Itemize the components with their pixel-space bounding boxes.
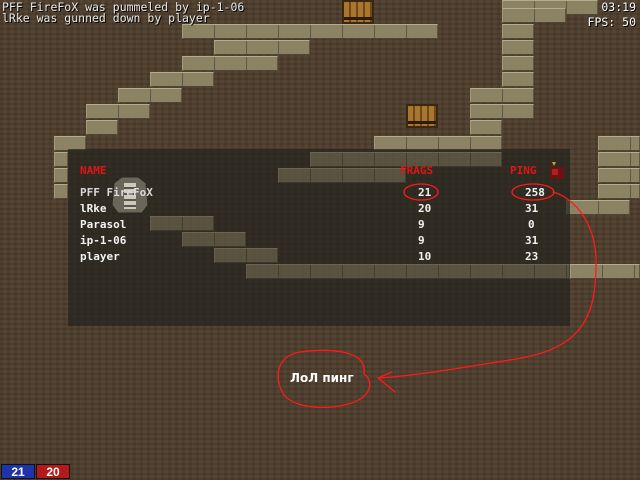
wall-brick xyxy=(86,120,118,135)
wall-brick xyxy=(54,152,68,167)
wall-brick xyxy=(570,264,640,279)
wall-brick xyxy=(470,88,534,103)
wall-brick xyxy=(502,40,534,55)
blue-team-score: 21 xyxy=(1,464,35,479)
player-frags: 21 xyxy=(418,186,432,199)
wall-brick xyxy=(598,168,640,183)
game-viewport: NAME FRAGS PING PFF FireFoX 21 258 lRke … xyxy=(0,0,640,480)
player-frags: 9 xyxy=(418,218,425,231)
wall-brick xyxy=(502,24,534,39)
wall-brick xyxy=(54,168,68,183)
wall-brick xyxy=(598,152,640,167)
wall-brick xyxy=(598,136,640,151)
wooden-crate xyxy=(406,104,438,128)
annotation-label: ЛоЛ пинг xyxy=(290,371,354,385)
wall-brick xyxy=(470,120,502,135)
wall-brick xyxy=(182,232,246,247)
wall-brick xyxy=(214,40,310,55)
wall-brick xyxy=(182,24,438,39)
player-frags: 10 xyxy=(418,250,432,263)
wooden-crate xyxy=(342,0,374,24)
player-ping: 31 xyxy=(525,202,539,215)
player-ping: 31 xyxy=(525,234,539,247)
arrow-head xyxy=(376,371,396,393)
wall-brick xyxy=(150,216,214,231)
player-ping: 0 xyxy=(528,218,535,231)
player-frags: 9 xyxy=(418,234,425,247)
player-name: ip-1-06 xyxy=(80,234,127,247)
wall-brick xyxy=(502,72,534,87)
wall-brick xyxy=(278,168,406,183)
wall-brick xyxy=(246,264,570,279)
wall-brick xyxy=(598,184,640,199)
wall-brick xyxy=(566,200,630,215)
player-ping: 23 xyxy=(525,250,539,263)
wall-brick xyxy=(118,88,182,103)
match-clock: 03:19 xyxy=(601,0,636,14)
enemy-sprite xyxy=(550,162,564,179)
wall-brick xyxy=(150,72,214,87)
wall-brick xyxy=(182,56,278,71)
wall-brick xyxy=(470,104,534,119)
wall-brick xyxy=(502,8,566,23)
player-name: lRke xyxy=(80,202,107,215)
wall-brick xyxy=(54,184,68,199)
scoreboard-header-name: NAME xyxy=(80,164,107,177)
wall-brick xyxy=(502,56,534,71)
scoreboard-header-frags: FRAGS xyxy=(400,164,434,177)
player-ping: 258 xyxy=(525,186,545,199)
fps-counter: FPS: 50 xyxy=(587,15,636,29)
wall-brick xyxy=(86,104,150,119)
killfeed-message: lRke was gunned down by player xyxy=(2,11,210,25)
red-team-score: 20 xyxy=(36,464,70,479)
player-name: player xyxy=(80,250,120,263)
player-frags: 20 xyxy=(418,202,432,215)
player-name: PFF FireFoX xyxy=(80,186,153,199)
wall-brick xyxy=(214,248,278,263)
scoreboard-header-ping: PING xyxy=(510,164,537,177)
player-name: Parasol xyxy=(80,218,127,231)
